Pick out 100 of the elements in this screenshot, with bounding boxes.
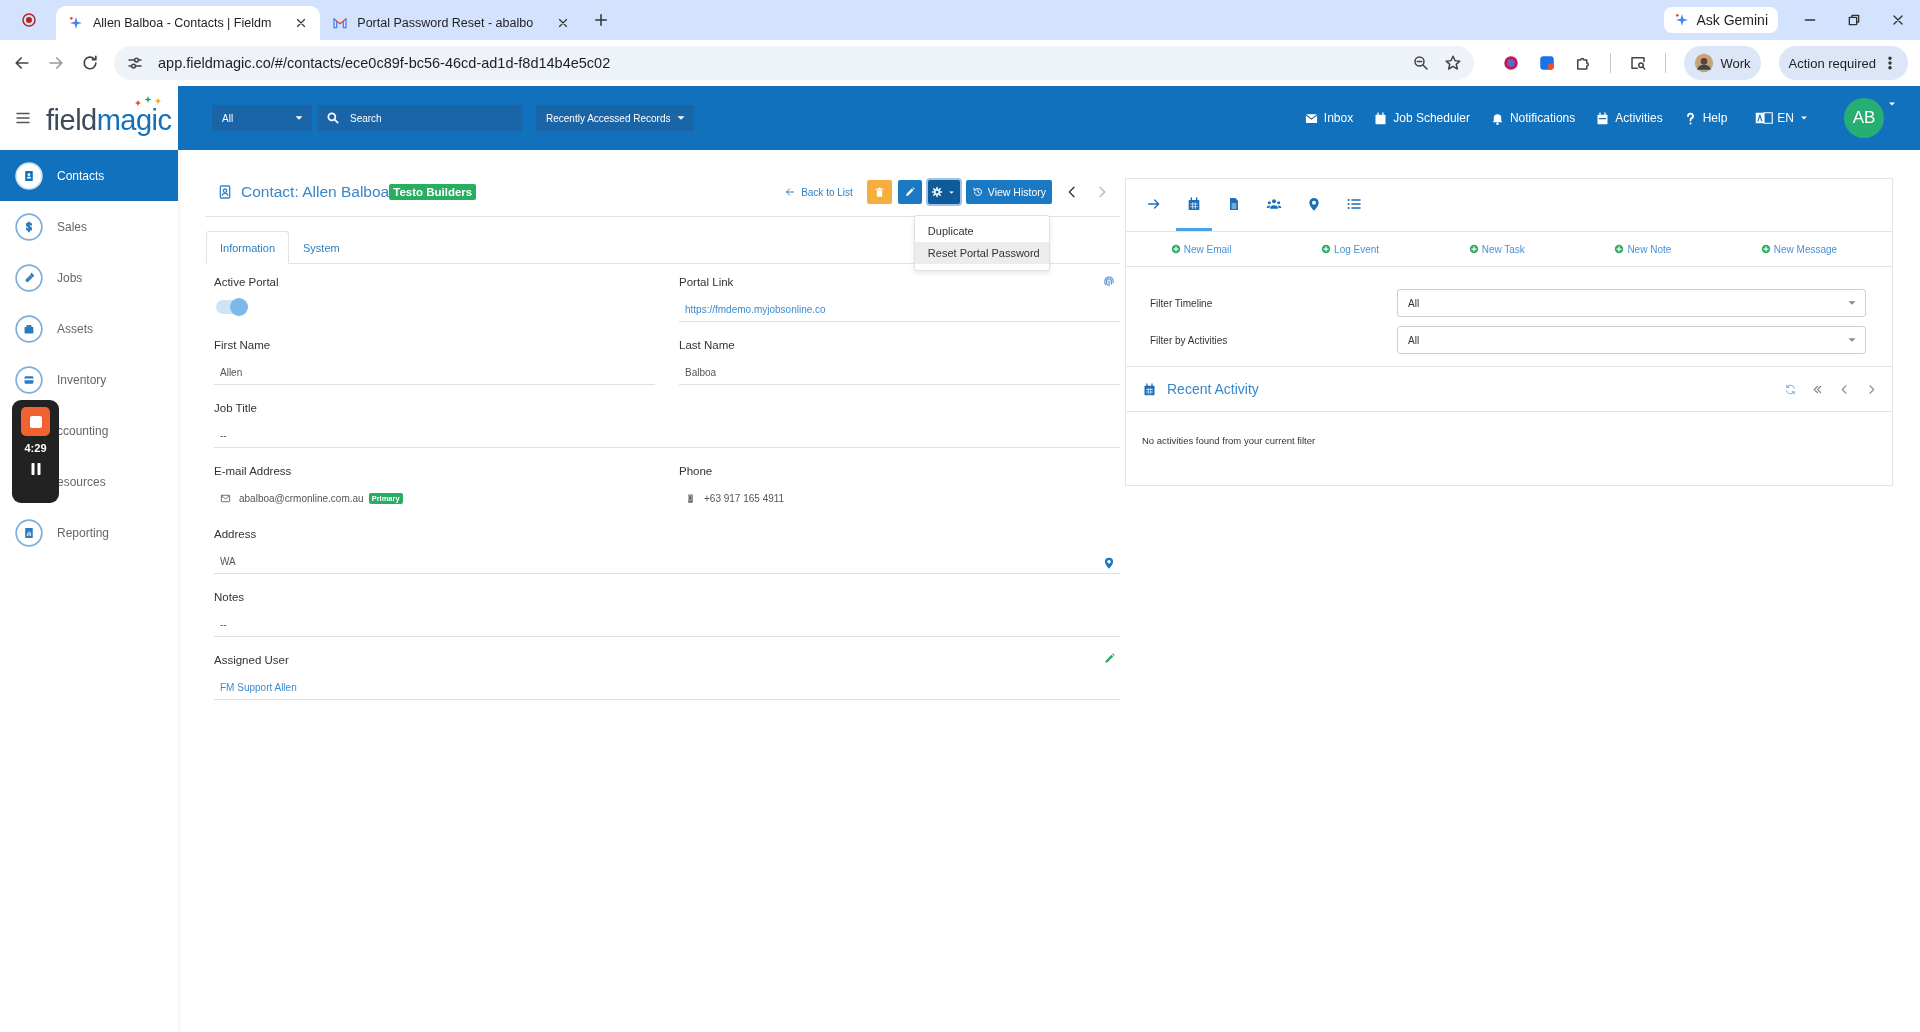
- field-value: --: [220, 618, 227, 630]
- recording-time: 4:29: [24, 442, 47, 454]
- address-bar[interactable]: app.fieldmagic.co/#/contacts/ece0c89f-bc56-46cd-ad1d-f8d14b4e5c02: [114, 46, 1475, 80]
- phone-icon: [685, 492, 696, 504]
- action-link[interactable]: New Task: [1468, 243, 1525, 255]
- ask-gemini-button[interactable]: Ask Gemini: [1664, 7, 1778, 33]
- action-link[interactable]: New Note: [1614, 243, 1672, 255]
- avatar-icon: [1694, 53, 1715, 73]
- sidebar-item[interactable]: Reporting: [57, 525, 110, 540]
- field-label: Notes: [214, 591, 245, 603]
- field-label: Portal Link: [679, 276, 734, 288]
- view-history-button[interactable]: View History: [965, 180, 1052, 204]
- tab[interactable]: System: [289, 231, 354, 264]
- site-settings-icon[interactable]: [126, 54, 144, 72]
- envelope-icon: [220, 492, 231, 504]
- user-link[interactable]: FM Support Allen: [220, 681, 297, 693]
- field-label: Active Portal: [214, 276, 279, 288]
- contact-card-icon: [15, 161, 43, 190]
- translate-icon: [1755, 109, 1774, 127]
- section-title: Recent Activity: [1167, 381, 1259, 397]
- field-label: Job Title: [214, 402, 257, 414]
- scope-select[interactable]: All: [212, 105, 312, 131]
- search-field[interactable]: Search: [318, 105, 522, 131]
- map-pin-icon: [1306, 195, 1322, 212]
- trash-icon: [872, 185, 886, 199]
- fingerprint-icon[interactable]: [1102, 274, 1116, 288]
- extension-icon[interactable]: [1502, 54, 1521, 72]
- plus-circle-icon: [1614, 244, 1625, 254]
- plus-circle-icon: [1468, 244, 1479, 254]
- calendar-icon: [1186, 195, 1202, 212]
- empty-message: No activities found from your current filter: [1141, 434, 1317, 448]
- profile-button[interactable]: Work: [1684, 46, 1761, 80]
- field-label: Address: [214, 528, 257, 540]
- recent-records-select[interactable]: Recently Accessed Records: [536, 105, 694, 131]
- toggle-switch[interactable]: [216, 300, 246, 314]
- action-link[interactable]: New Email: [1170, 243, 1232, 255]
- edit-button[interactable]: [897, 180, 922, 204]
- contact-card-icon: [217, 184, 233, 200]
- briefcase-icon: [15, 314, 43, 343]
- report-icon: [15, 518, 43, 547]
- sidebar-item[interactable]: Sales: [57, 219, 88, 234]
- bookmark-star-icon[interactable]: [1444, 54, 1463, 72]
- gear-icon: [931, 186, 944, 198]
- nav-link[interactable]: Activities: [1595, 110, 1663, 126]
- nav-link[interactable]: Notifications: [1489, 110, 1576, 126]
- plus-circle-icon: [1321, 244, 1332, 254]
- history-icon: [971, 186, 984, 198]
- filter-select[interactable]: All: [1397, 289, 1866, 317]
- field-value: Balboa: [685, 366, 717, 378]
- phone-value: +63 917 165 4911: [704, 492, 785, 504]
- sidebar-item[interactable]: Assets: [57, 321, 93, 336]
- nav-link[interactable]: Job Scheduler: [1373, 110, 1470, 126]
- tab-search-icon[interactable]: [1629, 54, 1648, 72]
- sidebar-item[interactable]: ccounting: [57, 423, 109, 438]
- inventory-icon: [15, 365, 43, 394]
- pencil-icon[interactable]: [1103, 652, 1116, 665]
- pencil-icon: [903, 186, 916, 198]
- field-label: Phone: [679, 465, 713, 477]
- company-tag: Testo Builders: [389, 184, 477, 200]
- nav-link[interactable]: Help: [1682, 110, 1728, 126]
- dollar-icon: [15, 212, 43, 241]
- browser-tab[interactable]: Portal Password Reset - abalbo: [320, 6, 583, 40]
- record-icon[interactable]: [20, 11, 38, 29]
- mail-icon: [332, 15, 349, 31]
- zoom-out-icon[interactable]: [1412, 54, 1431, 72]
- sidebar-item[interactable]: Jobs: [57, 270, 83, 285]
- tab[interactable]: Information: [206, 231, 290, 264]
- menu-item[interactable]: Duplicate: [914, 220, 1049, 242]
- field-label: Last Name: [679, 339, 735, 351]
- field-label: First Name: [214, 339, 271, 351]
- portal-link[interactable]: https://fmdemo.myjobsonline.co: [685, 303, 826, 315]
- reload-icon[interactable]: [80, 53, 100, 73]
- field-value: --: [220, 429, 227, 441]
- restore-icon[interactable]: [1846, 12, 1862, 28]
- filter-select[interactable]: All: [1397, 326, 1866, 354]
- menu-item[interactable]: Reset Portal Password: [914, 242, 1049, 264]
- filter-label: Filter by Activities: [1150, 334, 1229, 346]
- filter-label: Filter Timeline: [1150, 297, 1214, 309]
- calendar-icon: [1595, 110, 1611, 126]
- action-link[interactable]: New Message: [1760, 243, 1838, 255]
- map-pin-icon[interactable]: [1102, 556, 1116, 570]
- plus-circle-icon: [1760, 244, 1771, 254]
- extension-icon[interactable]: [1538, 54, 1557, 72]
- action-required-button[interactable]: Action required: [1778, 46, 1908, 80]
- browser-tab[interactable]: Allen Balboa - Contacts | Fieldm: [56, 6, 321, 40]
- back-arrow-icon: [784, 186, 797, 198]
- back-to-list-link[interactable]: Back to List: [784, 186, 853, 198]
- stop-button[interactable]: [21, 407, 50, 436]
- sidebar-item[interactable]: Contacts: [57, 168, 105, 183]
- field-label: E-mail Address: [214, 465, 292, 477]
- sidebar-item[interactable]: esources: [57, 474, 106, 489]
- action-link[interactable]: Log Event: [1321, 243, 1380, 255]
- language-select[interactable]: EN: [1755, 109, 1810, 127]
- field-label: Assigned User: [214, 654, 289, 666]
- sidebar-item[interactable]: Inventory: [57, 372, 107, 387]
- nav-link[interactable]: Inbox: [1303, 110, 1354, 126]
- search-icon: [326, 111, 340, 125]
- settings-dropdown-button[interactable]: [927, 180, 960, 204]
- field-value: Allen: [220, 366, 243, 378]
- calendar-icon: [1373, 110, 1389, 126]
